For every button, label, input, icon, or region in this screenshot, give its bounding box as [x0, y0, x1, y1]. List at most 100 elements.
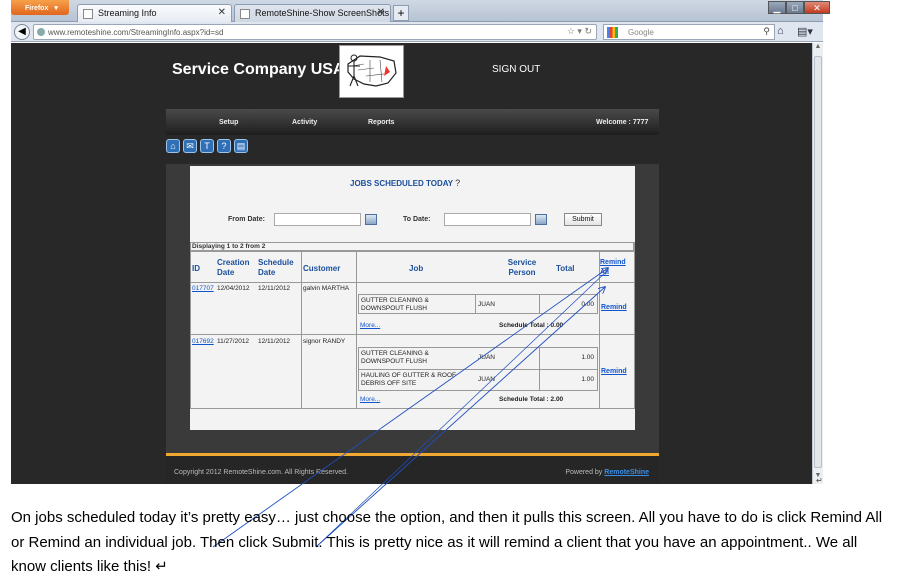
search-placeholder: Google [628, 28, 654, 37]
page-footer: Copyright 2012 RemoteShine.com. All Righ… [166, 456, 659, 484]
bookmark-star-icon[interactable]: ☆ ▾ ↻ [567, 26, 592, 37]
copyright-text: Copyright 2012 RemoteShine.com. All Righ… [174, 469, 348, 476]
service-person: JUAN [478, 376, 495, 383]
job-id-link[interactable]: 017692 [192, 338, 214, 346]
more-link[interactable]: More... [360, 322, 380, 330]
header-service-person: Service Person [507, 258, 537, 277]
header-job: Job [409, 264, 424, 273]
home-icon[interactable]: ⌂ [777, 25, 784, 37]
menu-reports[interactable]: Reports [368, 119, 394, 126]
grid-line [539, 295, 540, 314]
globe-icon [37, 28, 45, 36]
jobs-title: JOBS SCHEDULED TODAY? [350, 178, 460, 188]
schedule-total: Schedule Total : 2.00 [499, 396, 564, 403]
page-icon [83, 9, 93, 19]
tab-streaming-info[interactable]: Streaming Info ✕ [77, 4, 232, 22]
back-arrow-icon[interactable]: ◀ [14, 24, 30, 40]
schedule-date: 12/11/2012 [258, 338, 291, 345]
maximize-button[interactable]: □ [786, 1, 804, 14]
shirt-icon[interactable]: T [200, 139, 214, 153]
annotation-paragraph: On jobs scheduled today it’s pretty easy… [11, 509, 883, 575]
home-icon[interactable]: ⌂ [166, 139, 180, 153]
submit-button[interactable]: Submit [564, 213, 602, 226]
grid-line [190, 242, 191, 409]
job-total: 1.00 [581, 354, 594, 361]
search-box[interactable]: Google ⚲ [603, 24, 775, 40]
remoteshine-link[interactable]: RemoteShine [604, 469, 649, 476]
job-id-link[interactable]: 017707 [192, 285, 214, 293]
scrollbar-thumb[interactable] [814, 56, 822, 468]
scroll-up-icon[interactable]: ▲ [813, 43, 823, 55]
tab-title: Streaming Info [98, 8, 157, 18]
customer-name: galvin MARTHA [303, 285, 350, 292]
help-icon[interactable]: ? [217, 139, 231, 153]
page-icon [240, 9, 250, 19]
menu-icon[interactable]: ▤▾ [797, 25, 813, 38]
signout-link[interactable]: SIGN OUT [492, 64, 540, 75]
calendar-icon[interactable] [365, 214, 377, 225]
service-person: JUAN [478, 301, 495, 308]
menu-activity[interactable]: Activity [292, 119, 317, 126]
creation-date: 12/04/2012 [217, 285, 250, 292]
document-icon[interactable]: ▤ [234, 139, 248, 153]
tab-screenshots[interactable]: RemoteShine-Show ScreenShots ✕ [234, 4, 391, 22]
browser-tab-bar: Firefox ▾ Streaming Info ✕ RemoteShine-Sh… [11, 0, 830, 22]
job-name: HAULING OF GUTTER & ROOF DEBRIS OFF SITE [361, 372, 456, 387]
more-link[interactable]: More... [360, 396, 380, 404]
vertical-scrollbar[interactable]: ▲ ▼ [812, 43, 823, 484]
job-name: GUTTER CLEANING & DOWNSPOUT FLUSH [361, 350, 429, 365]
from-date-label: From Date: [228, 216, 265, 223]
calendar-icon[interactable] [535, 214, 547, 225]
grid-line [190, 408, 634, 409]
header-customer: Customer [303, 264, 341, 273]
page-viewport: Service Company USA SIGN OUT Setup Activ… [11, 43, 812, 484]
jobs-panel: JOBS SCHEDULED TODAY? From Date: To Date… [166, 164, 659, 454]
grid-line [539, 348, 540, 391]
address-bar[interactable]: www.remoteshine.com/StreamingInfo.aspx?i… [33, 24, 597, 40]
firefox-menu-label: Firefox [25, 5, 49, 12]
screenshot-root: Firefox ▾ Streaming Info ✕ RemoteShine-Sh… [0, 0, 899, 588]
to-date-label: To Date: [403, 216, 431, 223]
usa-map-logo [339, 45, 404, 98]
menu-setup[interactable]: Setup [219, 119, 238, 126]
firefox-menu-button[interactable]: Firefox ▾ [11, 0, 69, 15]
search-icon[interactable]: ⚲ [763, 26, 770, 37]
mail-icon[interactable]: ✉ [183, 139, 197, 153]
header-id: ID [192, 264, 200, 273]
brand-title: Service Company USA [172, 61, 345, 78]
header-total: Total [556, 264, 575, 273]
job-name: GUTTER CLEANING & DOWNSPOUT FLUSH [361, 297, 429, 312]
displaying-count: Displaying 1 to 2 from 2 [190, 242, 634, 251]
browser-nav-bar: ◀ www.remoteshine.com/StreamingInfo.aspx… [11, 22, 823, 42]
service-person: JUAN [478, 354, 495, 361]
grid-line [190, 251, 634, 252]
minimize-button[interactable]: ▁ [768, 1, 786, 14]
grid-line [359, 369, 598, 370]
window-controls: ▁ □ ✕ [768, 1, 830, 14]
powered-by: Powered by RemoteShine [565, 469, 649, 476]
paragraph-mark-icon: ↵ [816, 476, 823, 485]
to-date-input[interactable] [444, 213, 531, 226]
welcome-text: Welcome : 7777 [596, 119, 649, 126]
close-tab-icon[interactable]: ✕ [377, 7, 385, 18]
job-line: GUTTER CLEANING & DOWNSPOUT FLUSH JUAN 0… [358, 294, 598, 314]
google-icon [607, 27, 618, 38]
remind-link[interactable]: Remind [601, 368, 627, 376]
customer-name: signor RANDY [303, 338, 346, 345]
schedule-total: Schedule Total : 0.00 [499, 322, 564, 329]
schedule-date: 12/11/2012 [258, 285, 291, 292]
main-menu-bar: Setup Activity Reports Welcome : 7777 [166, 109, 659, 135]
url-text: www.remoteshine.com/StreamingInfo.aspx?i… [48, 28, 224, 37]
header-creation-date: Creation Date [217, 258, 250, 277]
remind-link[interactable]: Remind [601, 304, 627, 312]
new-tab-button[interactable]: + [393, 5, 409, 21]
grid-line [634, 242, 635, 409]
from-date-input[interactable] [274, 213, 361, 226]
close-window-button[interactable]: ✕ [804, 1, 830, 14]
help-circle-icon[interactable]: ? [455, 178, 460, 188]
remind-all-link[interactable]: Remind All [600, 258, 634, 278]
close-tab-icon[interactable]: ✕ [218, 7, 226, 18]
grid-line [190, 282, 634, 283]
grid-line [356, 251, 357, 409]
jobs-card: JOBS SCHEDULED TODAY? From Date: To Date… [190, 166, 635, 430]
